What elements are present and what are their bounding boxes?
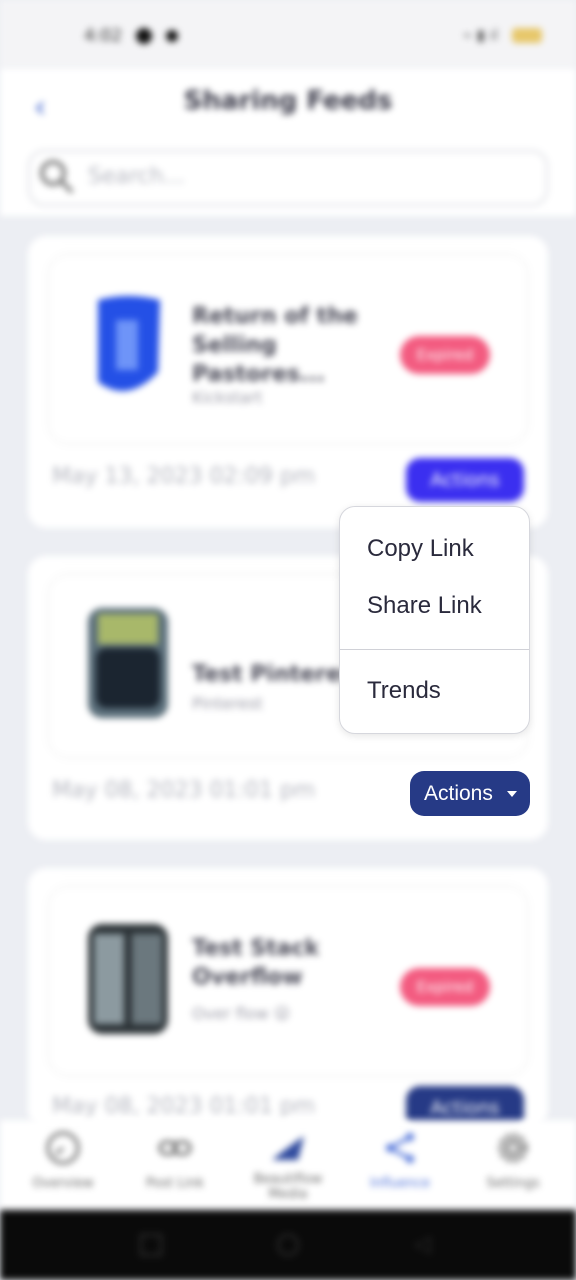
nav-beautiflow-media[interactable]: Beautiflow Media xyxy=(233,1130,343,1202)
status-bar: 4:02 ⌁ ▮ ıl xyxy=(0,0,576,68)
post-title: Return of the Selling Pastores... xyxy=(192,304,358,387)
actions-label: Actions xyxy=(424,782,493,805)
wave-icon xyxy=(272,1136,304,1160)
post-date: May 13, 2023 02:09 pm xyxy=(52,464,316,489)
battery-icon xyxy=(512,28,542,43)
nav-influence[interactable]: Influence xyxy=(345,1130,455,1191)
post-card[interactable]: Test Stack Overflow Over flow 😜 Expired … xyxy=(28,868,548,1130)
clock-icon xyxy=(46,1131,80,1165)
post-thumbnail xyxy=(98,296,160,391)
post-date: May 08, 2023 01:01 pm xyxy=(52,1094,316,1119)
post-title: Test Stack Overflow xyxy=(192,936,320,990)
nav-label: Overview xyxy=(32,1176,94,1191)
nav-label: Influence xyxy=(370,1176,430,1191)
nav-label: Post Link xyxy=(146,1176,204,1191)
status-badge: Expired xyxy=(400,336,490,374)
system-navigation-bar: ◁ xyxy=(0,1210,576,1280)
app-header: ‹ Sharing Feeds Search... xyxy=(0,68,576,216)
search-placeholder: Search... xyxy=(88,164,185,189)
gear-icon xyxy=(498,1133,528,1163)
search-icon xyxy=(40,160,73,193)
link-icon xyxy=(158,1140,192,1156)
actions-menu: Copy Link Share Link Trends xyxy=(339,506,530,734)
nav-label: Settings xyxy=(486,1176,540,1191)
menu-item-share-link[interactable]: Share Link xyxy=(367,592,482,620)
status-badge: Expired xyxy=(400,968,490,1006)
actions-button[interactable]: Actions xyxy=(406,458,524,502)
post-preview: Test Stack Overflow Over flow 😜 Expired xyxy=(50,888,526,1074)
bottom-navigation: Overview Post Link Beautiflow Media Infl… xyxy=(0,1120,576,1210)
nav-settings[interactable]: Settings xyxy=(458,1130,568,1191)
share-icon xyxy=(386,1133,414,1163)
post-card[interactable]: Return of the Selling Pastores... Kickst… xyxy=(28,236,548,528)
post-thumbnail xyxy=(88,924,168,1034)
post-preview: Return of the Selling Pastores... Kickst… xyxy=(50,256,526,442)
post-source: Over flow 😜 xyxy=(192,1004,291,1023)
nav-overview[interactable]: Overview xyxy=(8,1130,118,1191)
post-date: May 08, 2023 01:01 pm xyxy=(52,778,316,803)
post-source: Kickstart xyxy=(192,388,263,407)
notification-icon xyxy=(136,28,152,44)
actions-button[interactable]: Actions xyxy=(410,771,530,816)
page-title: Sharing Feeds xyxy=(183,86,393,116)
search-input[interactable]: Search... xyxy=(28,150,548,206)
menu-divider xyxy=(340,649,529,650)
post-source: Pinterest xyxy=(192,694,263,713)
nav-post-link[interactable]: Post Link xyxy=(120,1130,230,1191)
back-nav-icon[interactable]: ◁ xyxy=(414,1234,436,1256)
signal-icon: ⌁ ▮ ıl xyxy=(462,26,498,44)
caret-down-icon xyxy=(507,791,517,797)
post-thumbnail xyxy=(88,608,168,718)
status-time: 4:02 xyxy=(84,26,123,46)
menu-item-trends[interactable]: Trends xyxy=(367,677,441,705)
nav-label: Beautiflow Media xyxy=(253,1172,323,1202)
recents-icon[interactable] xyxy=(140,1234,162,1256)
menu-item-copy-link[interactable]: Copy Link xyxy=(367,535,474,563)
home-icon[interactable] xyxy=(277,1234,299,1256)
notification-icon xyxy=(166,30,178,42)
